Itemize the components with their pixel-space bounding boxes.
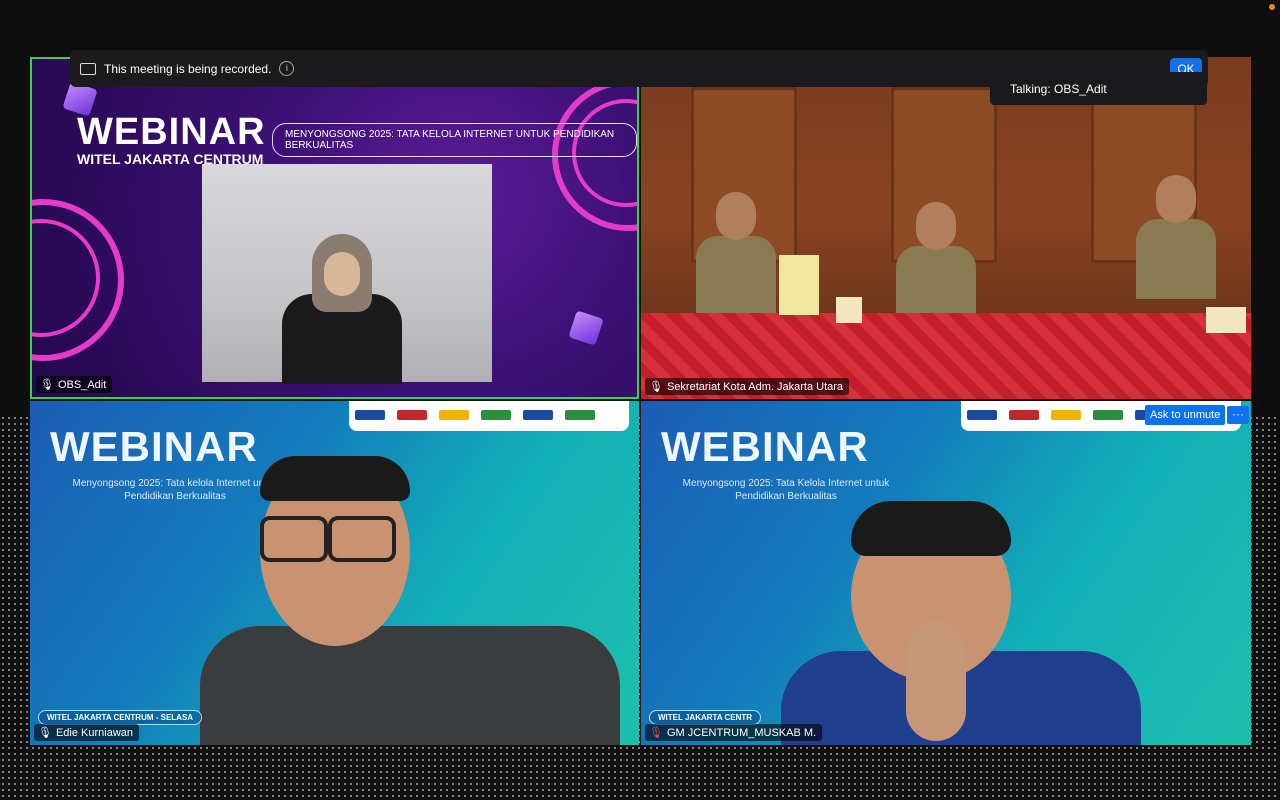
participant-name: OBS_Adit <box>57 378 107 391</box>
participant-name-label: 🎙 Edie Kurniawan <box>34 724 140 741</box>
ask-to-unmute-button[interactable]: Ask to unmute <box>1145 405 1226 425</box>
nameplate <box>1206 307 1246 333</box>
participant-name: Sekretariat Kota Adm. Jakarta Utara <box>666 380 844 393</box>
witel-strip: WITEL JAKARTA CENTR <box>649 710 762 725</box>
participant-figure <box>200 456 620 745</box>
webinar-title: WEBINAR <box>661 423 869 470</box>
video-tile-obs-adit[interactable]: WEBINAR WITEL JAKARTA CENTRUM MENYONGSON… <box>30 57 639 399</box>
webinar-title: WEBINAR <box>77 111 266 153</box>
webinar-topic: MENYONGSONG 2025: TATA KELOLA INTERNET U… <box>272 123 637 157</box>
video-tile-gm-jcentrum[interactable]: WEBINAR Menyongsong 2025: Tata Kelola In… <box>641 401 1251 745</box>
participant-name-label: 🎙 OBS_Adit <box>36 376 113 393</box>
recording-camera-icon <box>80 62 96 75</box>
video-tile-edie-kurniawan[interactable]: WEBINAR Menyongsong 2025: Tata kelola In… <box>30 401 639 745</box>
participant-name-label: 🎙 Sekretariat Kota Adm. Jakarta Utara <box>645 378 850 395</box>
speaker-figure <box>282 234 402 384</box>
participant-name-label: 🎙 GM JCENTRUM_MUSKAB M. <box>645 724 823 741</box>
mic-muted-icon: 🎙 <box>38 727 52 739</box>
status-dot <box>1269 4 1275 10</box>
participant-figure <box>781 501 1141 745</box>
participant-name: Edie Kurniawan <box>55 726 134 739</box>
more-options-button[interactable]: ··· <box>1227 406 1249 424</box>
mic-muted-icon: 🎙 <box>649 727 663 739</box>
recording-message: This meeting is being recorded. <box>104 61 272 76</box>
book <box>779 255 819 315</box>
talking-indicator: Talking: OBS_Adit <box>990 72 1207 105</box>
bottom-strip <box>0 745 1280 800</box>
nameplate <box>836 297 862 323</box>
mic-muted-icon: 🎙 <box>649 381 663 393</box>
webinar-subtitle: Menyongsong 2025: Tata Kelola Internet u… <box>682 478 890 502</box>
info-icon[interactable]: i <box>279 61 295 76</box>
decor-cube <box>568 310 604 346</box>
mic-muted-icon: 🎙 <box>40 379 54 391</box>
sponsor-logos <box>349 401 629 431</box>
participant-name: GM JCENTRUM_MUSKAB M. <box>666 726 817 739</box>
video-tile-sekretariat[interactable]: 🎙 Sekretariat Kota Adm. Jakarta Utara <box>641 57 1251 399</box>
witel-strip: WITEL JAKARTA CENTRUM - SELASA <box>38 710 203 725</box>
official-figure <box>896 202 976 326</box>
speaker-video <box>202 164 492 384</box>
official-figure <box>696 192 776 316</box>
official-figure <box>1136 175 1216 299</box>
